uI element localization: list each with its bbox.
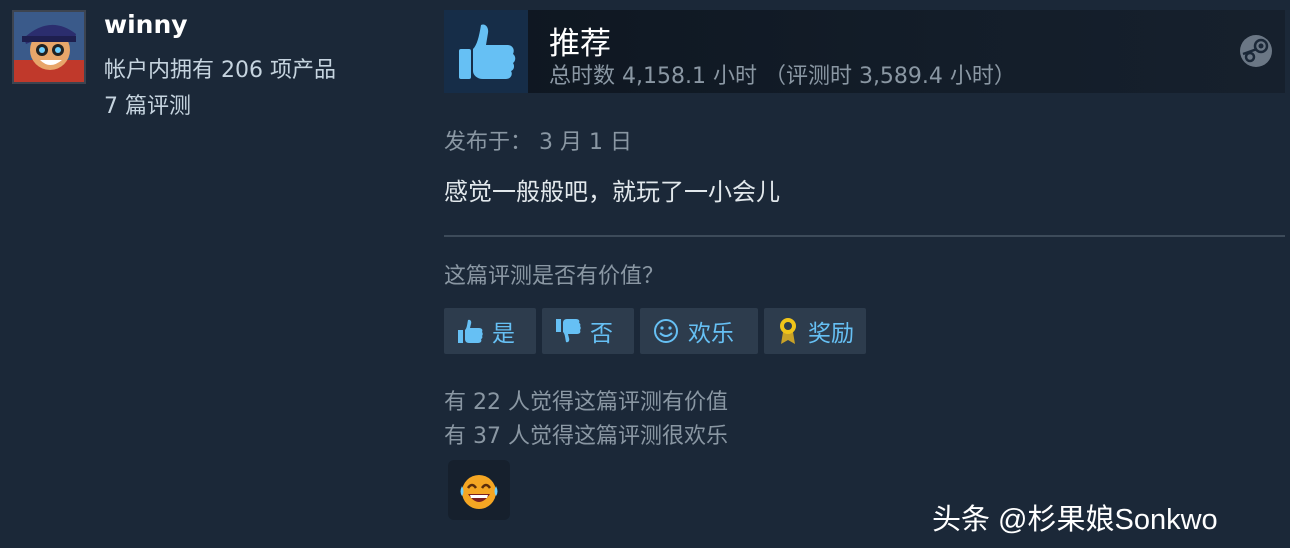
yes-button[interactable]: 是 <box>444 308 536 354</box>
laughing-emoji-icon <box>460 475 498 509</box>
recommendation-header: 推荐 总时数 4,158.1 小时 （评测时 3,589.4 小时） <box>444 10 1285 93</box>
avatar-image <box>14 12 84 82</box>
thumbs-up-icon[interactable] <box>444 10 528 93</box>
helpful-question: 这篇评测是否有价值？ <box>444 264 665 289</box>
funny-count: 有 37 人觉得这篇评测很欢乐 <box>444 424 728 449</box>
funny-label: 欢乐 <box>688 321 734 347</box>
divider <box>444 235 1285 237</box>
award-label: 奖励 <box>808 321 854 347</box>
award-button[interactable]: 奖励 <box>764 308 866 354</box>
no-label: 否 <box>590 321 613 347</box>
playtime-hours: 总时数 4,158.1 小时 （评测时 3,589.4 小时） <box>549 64 1016 89</box>
watermark: 头条 @杉果娘Sonkwo <box>932 504 1218 536</box>
thumbs-down-icon <box>556 319 581 343</box>
smiley-icon <box>654 319 678 343</box>
no-button[interactable]: 否 <box>542 308 634 354</box>
thumbs-up-icon <box>458 319 483 343</box>
reaction-award[interactable] <box>448 460 510 520</box>
posted-date: 发布于： 3 月 1 日 <box>444 130 632 155</box>
recommendation-title: 推荐 <box>549 26 611 62</box>
helpful-count: 有 22 人觉得这篇评测有价值 <box>444 390 728 415</box>
yes-label: 是 <box>492 321 515 347</box>
review-count[interactable]: 7 篇评测 <box>104 88 191 120</box>
award-icon <box>780 318 796 344</box>
funny-button[interactable]: 欢乐 <box>640 308 758 354</box>
avatar[interactable] <box>12 10 86 84</box>
username[interactable]: winny <box>104 10 188 39</box>
review-text: 感觉一般般吧，就玩了一小会儿 <box>444 178 780 206</box>
steam-icon <box>1240 35 1272 67</box>
owned-products[interactable]: 帐户内拥有 206 项产品 <box>104 52 336 84</box>
